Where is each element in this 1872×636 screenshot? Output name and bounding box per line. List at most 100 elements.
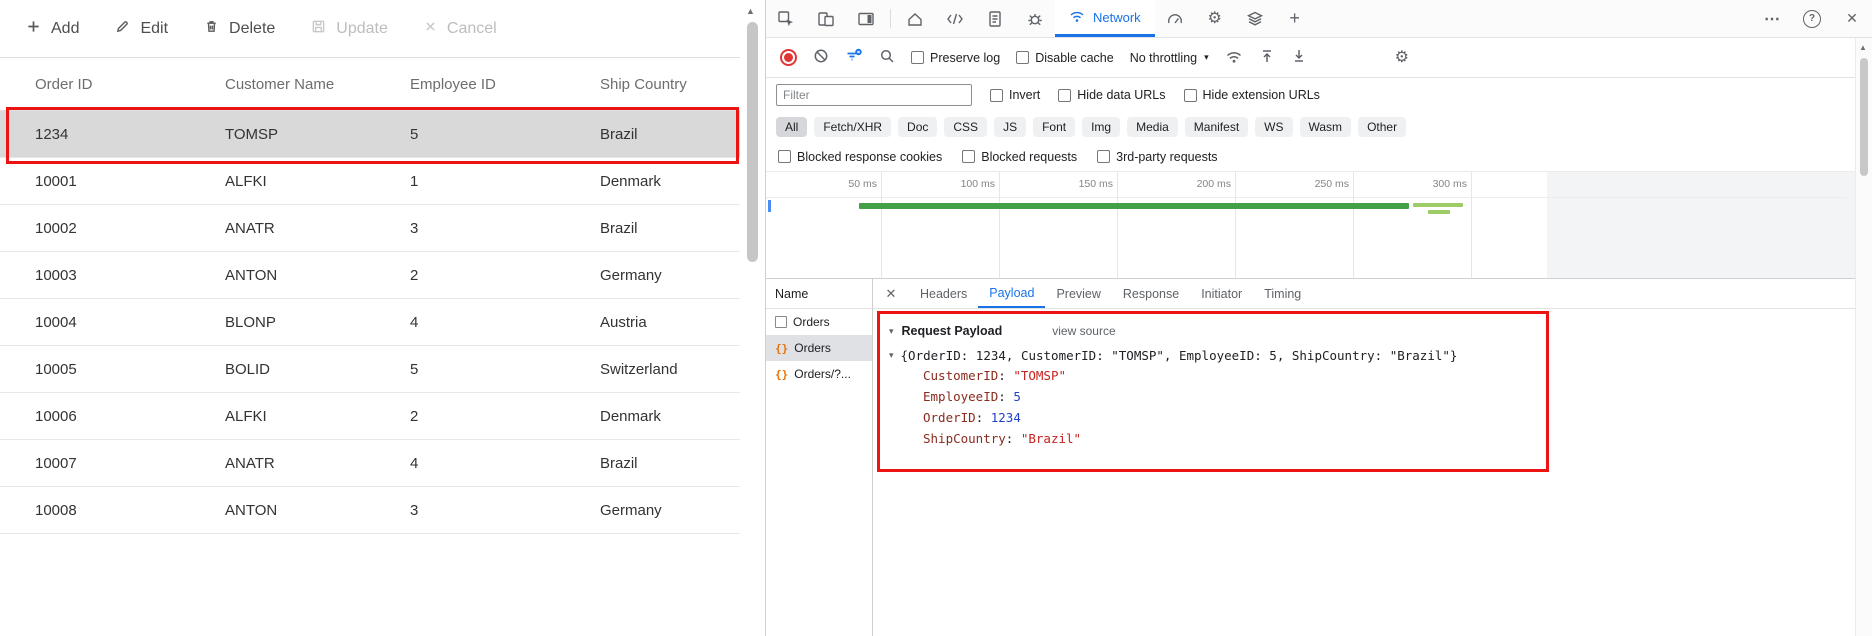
view-source-link[interactable]: view source xyxy=(1052,324,1115,338)
table-row-selected[interactable]: 1234 TOMSP 5 Brazil xyxy=(0,111,740,158)
type-filter-js[interactable]: JS xyxy=(994,117,1026,137)
table-row[interactable]: 10002 ANATR 3 Brazil xyxy=(0,205,740,252)
more-options-icon[interactable]: ⋯ xyxy=(1752,9,1792,29)
invert-label: Invert xyxy=(1009,88,1040,102)
add-button[interactable]: Add xyxy=(26,19,79,39)
tab-performance-gauge-icon[interactable] xyxy=(1155,0,1195,37)
json-braces-icon: {} xyxy=(775,342,788,355)
table-row[interactable]: 10007 ANATR 4 Brazil xyxy=(0,440,740,487)
close-detail-icon[interactable]: ✕ xyxy=(873,279,909,308)
type-filter-ws[interactable]: WS xyxy=(1255,117,1292,137)
add-button-label: Add xyxy=(51,20,79,38)
tab-debugger-bug-icon[interactable] xyxy=(1015,0,1055,37)
table-row[interactable]: 10008 ANTON 3 Germany xyxy=(0,487,740,534)
import-har-icon[interactable] xyxy=(1259,48,1275,67)
cancel-button-label: Cancel xyxy=(447,20,497,38)
tab-preview[interactable]: Preview xyxy=(1045,279,1111,308)
edit-button[interactable]: Edit xyxy=(115,19,168,39)
tab-application-layers-icon[interactable] xyxy=(1235,0,1275,37)
update-button[interactable]: Update xyxy=(311,19,388,39)
blocked-requests-checkbox[interactable]: Blocked requests xyxy=(962,150,1077,164)
table-row[interactable]: 10003 ANTON 2 Germany xyxy=(0,252,740,299)
type-filter-other[interactable]: Other xyxy=(1358,117,1406,137)
column-header-ship-country[interactable]: Ship Country xyxy=(565,76,740,93)
type-filter-wasm[interactable]: Wasm xyxy=(1300,117,1352,137)
search-icon[interactable] xyxy=(879,48,895,67)
network-conditions-icon[interactable] xyxy=(1225,49,1243,67)
request-list-item[interactable]: {} Orders/?... xyxy=(766,361,872,387)
payload-key: EmployeeID xyxy=(923,389,998,404)
cell-employee-id: 3 xyxy=(375,220,565,237)
type-filter-font[interactable]: Font xyxy=(1033,117,1075,137)
tab-initiator[interactable]: Initiator xyxy=(1190,279,1253,308)
request-list-item-selected[interactable]: {} Orders xyxy=(766,335,872,361)
tab-headers[interactable]: Headers xyxy=(909,279,978,308)
clear-button[interactable] xyxy=(813,48,829,67)
type-filter-fetch-xhr[interactable]: Fetch/XHR xyxy=(814,117,891,137)
preserve-log-checkbox[interactable]: Preserve log xyxy=(911,51,1000,65)
tab-settings-gear-icon[interactable]: ⚙ xyxy=(1195,0,1235,37)
column-header-employee-id[interactable]: Employee ID xyxy=(375,76,565,93)
timeline-tick-label: 250 ms xyxy=(1289,178,1349,190)
timeline-gridline xyxy=(1117,172,1118,278)
device-toolbar-icon[interactable] xyxy=(806,0,846,37)
tab-timing[interactable]: Timing xyxy=(1253,279,1312,308)
network-settings-gear-icon[interactable]: ⚙ xyxy=(1395,50,1409,66)
checkbox-box-icon xyxy=(990,89,1003,102)
scrollbar-up-arrow-icon[interactable]: ▲ xyxy=(746,6,755,16)
scrollbar-up-arrow-icon[interactable]: ▲ xyxy=(1859,43,1867,52)
payload-entry: CustomerID: "TOMSP" xyxy=(923,365,1872,386)
scrollbar-thumb[interactable] xyxy=(747,22,758,262)
type-filter-media[interactable]: Media xyxy=(1127,117,1178,137)
type-filter-all[interactable]: All xyxy=(776,117,807,137)
throttling-select[interactable]: No throttling ▾ xyxy=(1130,51,1209,65)
request-list-header[interactable]: Name xyxy=(766,279,872,309)
type-filter-css[interactable]: CSS xyxy=(944,117,987,137)
invert-checkbox[interactable]: Invert xyxy=(990,88,1040,102)
advanced-filter-row: Blocked response cookies Blocked request… xyxy=(766,142,1872,172)
filter-button-active[interactable] xyxy=(845,48,863,67)
inspect-element-icon[interactable] xyxy=(766,0,806,37)
request-detail-panel: ✕ Headers Payload Preview Response Initi… xyxy=(873,279,1872,636)
hide-extension-urls-checkbox[interactable]: Hide extension URLs xyxy=(1184,88,1320,102)
close-devtools-icon[interactable]: ✕ xyxy=(1832,10,1872,27)
tab-sources-code-icon[interactable] xyxy=(935,0,975,37)
grid-scrollbar[interactable]: ▲ xyxy=(740,0,765,636)
timeline-selection-marker xyxy=(768,200,771,212)
export-har-icon[interactable] xyxy=(1291,48,1307,67)
tab-network[interactable]: Network xyxy=(1055,0,1155,37)
tab-console-document-icon[interactable] xyxy=(975,0,1015,37)
tab-response[interactable]: Response xyxy=(1112,279,1190,308)
table-row[interactable]: 10001 ALFKI 1 Denmark xyxy=(0,158,740,205)
type-filter-doc[interactable]: Doc xyxy=(898,117,937,137)
tab-payload[interactable]: Payload xyxy=(978,279,1045,308)
network-timeline-overview[interactable]: 50 ms 100 ms 150 ms 200 ms 250 ms 300 ms xyxy=(766,172,1872,279)
column-header-order-id[interactable]: Order ID xyxy=(0,76,190,93)
delete-button[interactable]: Delete xyxy=(204,19,275,39)
scrollbar-thumb[interactable] xyxy=(1860,58,1868,176)
table-row[interactable]: 10004 BLONP 4 Austria xyxy=(0,299,740,346)
blocked-response-cookies-checkbox[interactable]: Blocked response cookies xyxy=(778,150,942,164)
request-list-item[interactable]: Orders xyxy=(766,309,872,335)
record-button[interactable] xyxy=(780,49,797,66)
disable-cache-checkbox[interactable]: Disable cache xyxy=(1016,51,1114,65)
table-row[interactable]: 10006 ALFKI 2 Denmark xyxy=(0,393,740,440)
hide-data-urls-checkbox[interactable]: Hide data URLs xyxy=(1058,88,1165,102)
cell-order-id: 10006 xyxy=(0,408,190,425)
tab-welcome-home-icon[interactable] xyxy=(895,0,935,37)
table-row[interactable]: 10005 BOLID 5 Switzerland xyxy=(0,346,740,393)
dock-side-icon[interactable] xyxy=(846,0,886,37)
filter-input[interactable] xyxy=(776,84,972,106)
column-header-customer-name[interactable]: Customer Name xyxy=(190,76,375,93)
type-filter-img[interactable]: Img xyxy=(1082,117,1120,137)
help-icon[interactable]: ? xyxy=(1792,10,1832,28)
request-payload-section-header[interactable]: ▾ Request Payload view source xyxy=(889,323,1872,339)
add-tab-button[interactable]: + xyxy=(1275,0,1315,37)
cancel-button[interactable]: Cancel xyxy=(424,20,497,38)
payload-object-summary[interactable]: ▾ {OrderID: 1234, CustomerID: "TOMSP", E… xyxy=(889,348,1872,363)
third-party-requests-checkbox[interactable]: 3rd-party requests xyxy=(1097,150,1217,164)
devtools-scrollbar[interactable]: ▲ xyxy=(1855,38,1872,636)
payload-value: "TOMSP" xyxy=(1013,368,1066,383)
type-filter-manifest[interactable]: Manifest xyxy=(1185,117,1248,137)
checkbox-box-icon xyxy=(1184,89,1197,102)
